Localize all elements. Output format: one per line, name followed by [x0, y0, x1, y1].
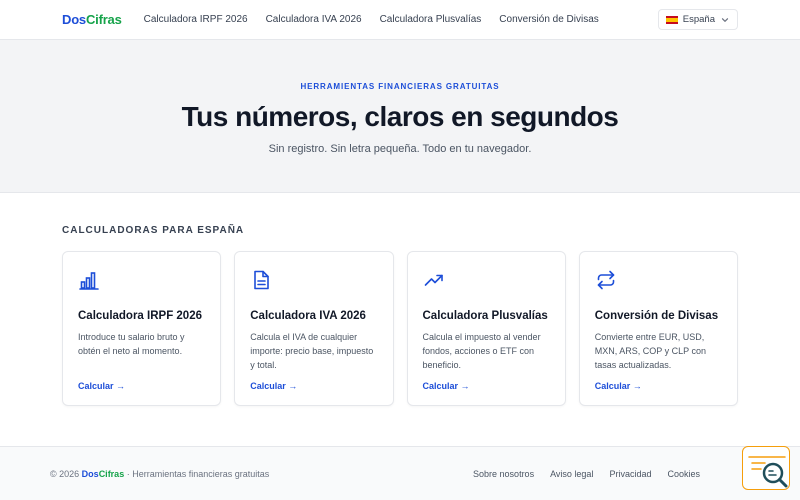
nav-link-iva[interactable]: Calculadora IVA 2026	[266, 14, 362, 25]
nav-link-irpf[interactable]: Calculadora IRPF 2026	[144, 14, 248, 25]
card-title: Conversión de Divisas	[594, 310, 719, 322]
trending-up-icon	[424, 274, 443, 286]
calculate-link[interactable]: Calcular →	[250, 381, 297, 391]
site-footer: © 2026 DosCifras · Herramientas financie…	[0, 446, 800, 500]
main-menu: Calculadora IRPF 2026 Calculadora IVA 20…	[144, 14, 599, 25]
card-irpf[interactable]: Calculadora IRPF 2026 Introduce tu salar…	[62, 251, 222, 406]
calculators-section: CALCULADORAS PARA ESPAÑA Calculadora IRP…	[0, 193, 800, 406]
language-label: España	[682, 14, 715, 25]
hero-section: HERRAMIENTAS FINANCIERAS GRATUITAS Tus n…	[0, 40, 800, 193]
footer-brand-secondary: Cifras	[98, 468, 125, 479]
card-iva[interactable]: Calculadora IVA 2026 Calcula el IVA de c…	[234, 251, 394, 406]
calculate-link[interactable]: Calcular →	[78, 381, 125, 391]
hero-subtitle: Sin registro. Sin letra pequeña. Todo en…	[268, 143, 532, 155]
card-description: Calcula el IVA de cualquier importe: pre…	[250, 332, 374, 370]
card-title: Calculadora Plusvalías	[422, 310, 548, 322]
nav-link-divisas[interactable]: Conversión de Divisas	[499, 14, 599, 25]
card-plusvalias[interactable]: Calculadora Plusvalías Calcula el impues…	[406, 251, 566, 406]
top-navigation: DosCifras Calculadora IRPF 2026 Calculad…	[0, 0, 800, 40]
footer-brand-primary: Dos	[81, 468, 99, 479]
section-title: CALCULADORAS PARA ESPAÑA	[62, 225, 245, 236]
chevron-down-icon	[721, 17, 729, 22]
copyright-text: © 2026	[50, 468, 80, 479]
hero-title: Tus números, claros en segundos	[181, 101, 619, 132]
footer-link-privacy[interactable]: Privacidad	[609, 469, 651, 479]
calculator-cards: Calculadora IRPF 2026 Introduce tu salar…	[62, 251, 738, 406]
footer-brand[interactable]: DosCifras	[82, 469, 125, 479]
calculate-link[interactable]: Calcular →	[595, 381, 642, 391]
nav-link-plusvalias[interactable]: Calculadora Plusvalías	[380, 14, 482, 25]
card-description: Calcula el impuesto al vender fondos, ac…	[422, 332, 541, 370]
language-selector[interactable]: España	[657, 9, 738, 30]
logo-text-primary: Dos	[62, 12, 86, 27]
exchange-icon	[597, 270, 615, 290]
search-document-icon	[748, 456, 788, 488]
site-logo[interactable]: DosCifras	[62, 12, 122, 27]
spain-flag-icon	[665, 15, 678, 24]
card-title: Calculadora IVA 2026	[250, 310, 366, 322]
hero-eyebrow: HERRAMIENTAS FINANCIERAS GRATUITAS	[300, 82, 500, 91]
calculate-link[interactable]: Calcular →	[423, 381, 470, 391]
card-description: Introduce tu salario bruto y obtén el ne…	[78, 332, 185, 356]
bar-chart-icon	[79, 272, 99, 290]
footer-copyright: © 2026 DosCifras · Herramientas financie…	[50, 469, 269, 479]
document-icon	[254, 270, 270, 290]
search-widget-button[interactable]	[742, 446, 790, 490]
footer-link-cookies[interactable]: Cookies	[667, 469, 700, 479]
card-title: Calculadora IRPF 2026	[78, 310, 202, 322]
card-description: Convierte entre EUR, USD, MXN, ARS, COP …	[594, 332, 706, 370]
card-divisas[interactable]: Conversión de Divisas Convierte entre EU…	[578, 251, 738, 406]
footer-link-about[interactable]: Sobre nosotros	[473, 469, 534, 479]
footer-links: Sobre nosotros Aviso legal Privacidad Co…	[473, 469, 700, 479]
footer-link-legal[interactable]: Aviso legal	[550, 469, 593, 479]
footer-tagline: · Herramientas financieras gratuitas	[126, 468, 270, 479]
logo-text-secondary: Cifras	[85, 12, 122, 27]
